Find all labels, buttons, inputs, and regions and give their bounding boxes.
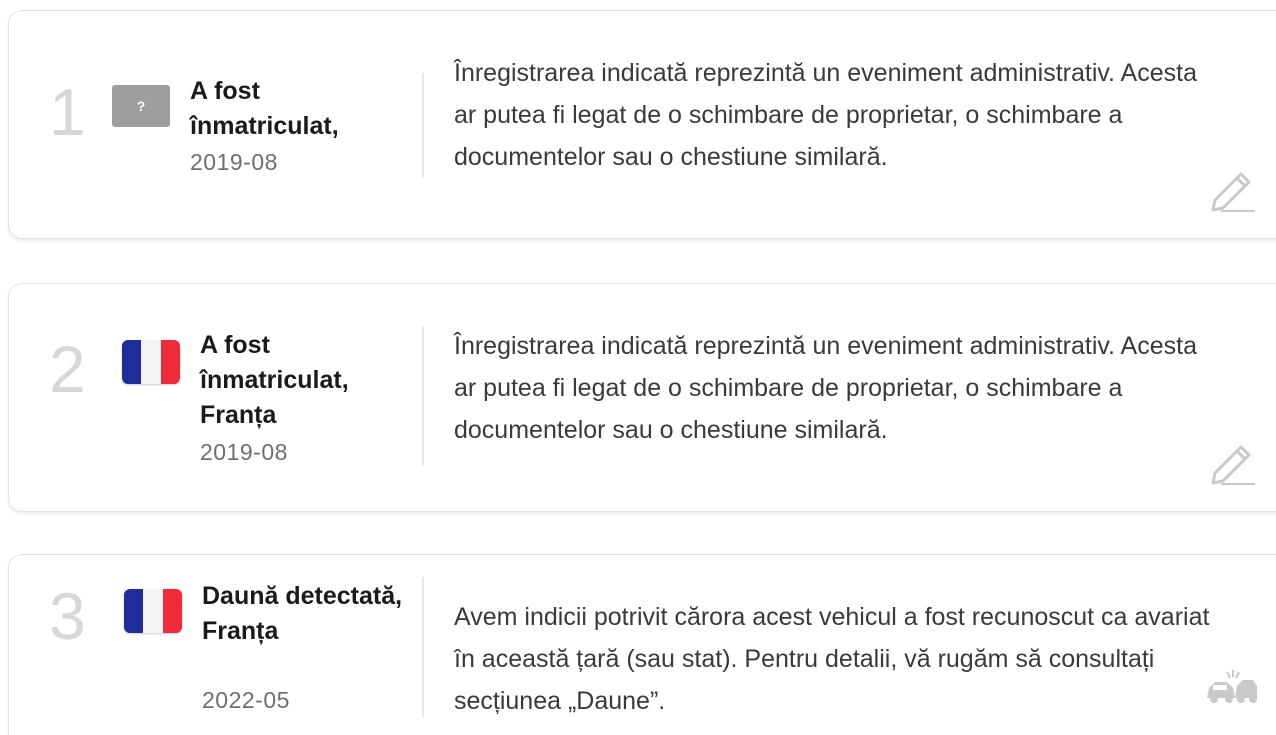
event-date: 2022-05 bbox=[202, 687, 290, 713]
divider bbox=[422, 73, 424, 178]
flag-stripe-red bbox=[162, 589, 182, 633]
event-date: 2019-08 bbox=[200, 439, 288, 465]
flag-stripe-blue bbox=[122, 340, 142, 384]
flag-stripe-blue bbox=[124, 589, 144, 633]
event-description: Înregistrarea indicată reprezintă un eve… bbox=[454, 59, 1197, 171]
pencil-icon[interactable] bbox=[1207, 162, 1259, 219]
timeline-card: 1 ? A fost înmatriculat, 2019-08 Înregis… bbox=[8, 10, 1276, 239]
flag-stripe-red bbox=[160, 340, 180, 384]
flag-stripe-white bbox=[143, 589, 163, 633]
event-number: 1 bbox=[49, 75, 86, 149]
france-flag-icon bbox=[124, 589, 182, 633]
event-description: Înregistrarea indicată reprezintă un eve… bbox=[454, 332, 1197, 444]
event-number: 2 bbox=[49, 332, 86, 406]
timeline-card: 2 A fost înmatriculat, Franța 2019-08 În… bbox=[8, 283, 1276, 512]
history-timeline: 1 ? A fost înmatriculat, 2019-08 Înregis… bbox=[0, 0, 1276, 735]
event-title: A fost înmatriculat, Franța bbox=[200, 331, 349, 429]
flag-stripe-white bbox=[141, 340, 161, 384]
france-flag-icon bbox=[122, 340, 180, 384]
event-title: Daună detectată, Franța bbox=[202, 582, 403, 645]
event-description: Avem indicii potrivit cărora acest vehic… bbox=[454, 603, 1210, 715]
timeline-card: 3 Daună detectată, Franța 2022-05 Avem i… bbox=[8, 554, 1276, 735]
divider bbox=[422, 577, 424, 717]
event-title: A fost înmatriculat, bbox=[190, 77, 339, 140]
unknown-flag-glyph: ? bbox=[136, 98, 146, 114]
car-crash-icon[interactable] bbox=[1203, 668, 1261, 713]
pencil-icon[interactable] bbox=[1207, 435, 1259, 492]
divider bbox=[422, 326, 424, 466]
event-date: 2019-08 bbox=[190, 149, 278, 175]
event-number: 3 bbox=[49, 579, 86, 653]
unknown-country-flag-icon: ? bbox=[112, 85, 170, 127]
